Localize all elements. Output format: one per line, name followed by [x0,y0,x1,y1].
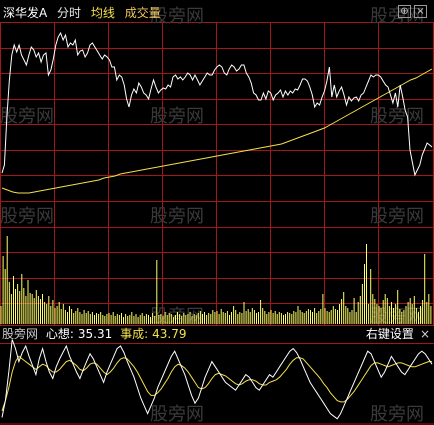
indicator-line2 [1,355,432,412]
indicator-actions: 右键设置 × [366,326,430,342]
watermark-text: 股旁网 [0,106,54,127]
watermark-text: 股旁网 [150,404,204,425]
indicator-line2-value: 43.79 [152,327,187,341]
indicator-line1-value: 35.31 [77,327,113,341]
indicator-line1 [1,339,433,420]
indicator-close-icon[interactable]: × [420,327,430,341]
stock-name[interactable]: 深华发A [3,6,47,20]
right-click-settings-label[interactable]: 右键设置 [366,327,414,341]
watermark-text: 股旁网 [0,206,54,227]
indicator-series [1,339,433,420]
volume-series [0,236,432,324]
chart-canvas[interactable]: 股旁网股旁网股旁网股旁网股旁网股旁网股旁网股旁网股旁网股旁网股旁网股旁网 [0,0,434,425]
view-mode-label[interactable]: 分时 [57,6,81,20]
watermark-text: 股旁网 [370,106,424,127]
settings-icon[interactable]: ⊕ [398,5,411,18]
watermark-text: 股旁网 [370,404,424,425]
watermark-text: 股旁网 [150,206,204,227]
indicator-line2-label: 事成: [120,327,149,341]
close-icon[interactable]: × [414,5,427,18]
watermark-text: 股旁网 [150,106,204,127]
chart-header: 深华发A 分时 均线 成交量 [3,4,167,22]
avg-line-legend: 均线 [90,6,115,20]
indicator-header: 股旁网 心想: 35.31 事成: 43.79 [2,326,190,342]
volume-legend: 成交量 [124,6,161,20]
indicator-watermark: 股旁网 [2,327,39,341]
indicator-line1-label: 心想: [45,327,74,341]
watermark-text: 股旁网 [370,206,424,227]
